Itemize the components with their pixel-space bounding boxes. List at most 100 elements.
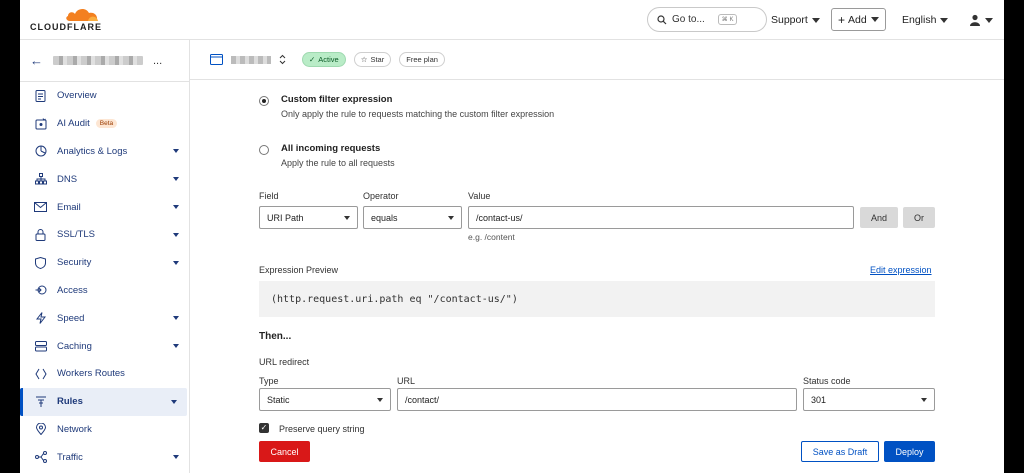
logo-text: CLOUDFLARE — [30, 22, 102, 32]
sidebar-item-overview[interactable]: Overview — [20, 82, 189, 110]
chevron-down-icon — [173, 232, 179, 237]
language-menu[interactable]: English — [902, 8, 949, 32]
search-icon — [657, 14, 667, 24]
sidebar-item-label: Analytics & Logs — [57, 145, 128, 157]
goto-search[interactable]: Go to... ⌘ K — [647, 7, 767, 32]
account-name-redacted — [53, 56, 143, 65]
or-button[interactable]: Or — [903, 207, 935, 228]
chevron-down-icon — [811, 17, 820, 23]
edit-expression-link[interactable]: Edit expression — [870, 265, 932, 275]
operator-value: equals — [371, 212, 398, 223]
sidebar-item-label: Rules — [57, 396, 83, 408]
field-select[interactable]: URI Path — [259, 206, 358, 229]
preserve-query-checkbox[interactable]: ✓ — [259, 423, 269, 433]
sidebar-item-security[interactable]: Security — [20, 249, 189, 277]
ellipsis-icon: ... — [153, 54, 163, 67]
chevron-down-icon — [173, 260, 179, 265]
status-code-select[interactable]: 301 — [803, 388, 935, 411]
then-heading: Then... — [259, 331, 292, 342]
url-label: URL — [397, 376, 416, 386]
sidebar-item-access[interactable]: Access — [20, 277, 189, 305]
radio-custom-filter[interactable]: Custom filter expression Only apply the … — [259, 94, 554, 119]
star-button[interactable]: ☆ Star — [353, 52, 392, 67]
type-select[interactable]: Static — [259, 388, 391, 411]
sidebar-item-email[interactable]: Email — [20, 193, 189, 221]
sidebar-item-traffic[interactable]: Traffic — [20, 443, 189, 471]
language-label: English — [902, 14, 937, 26]
up-down-chevron-icon[interactable] — [279, 54, 286, 65]
operator-select[interactable]: equals — [363, 206, 462, 229]
lock-icon — [34, 228, 47, 241]
zone-header: ✓ Active ☆ Star Free plan — [190, 40, 1004, 80]
sidebar-item-label: Email — [57, 201, 81, 213]
sidebar-item-label: Security — [57, 257, 92, 269]
type-value: Static — [267, 394, 290, 405]
top-bar: CLOUDFLARE Go to... ⌘ K Support + Add En… — [20, 0, 1004, 40]
plan-label: Free plan — [406, 55, 438, 64]
sidebar-item-label: Workers Routes — [57, 368, 125, 380]
add-button[interactable]: + Add — [831, 8, 886, 31]
cloudflare-logo[interactable]: CLOUDFLARE — [30, 6, 110, 34]
save-as-draft-button[interactable]: Save as Draft — [801, 441, 879, 462]
sidebar-item-rules[interactable]: Rules — [20, 387, 187, 416]
preserve-query-label: Preserve query string — [279, 424, 365, 434]
envelope-icon — [34, 201, 47, 214]
pin-icon — [34, 423, 47, 436]
field-label: Field — [259, 191, 279, 201]
sidebar-item-network[interactable]: Network — [20, 416, 189, 444]
action-label: URL redirect — [259, 357, 310, 367]
sidebar-item-workers-routes[interactable]: Workers Routes — [20, 360, 189, 388]
sidebar-item-speed[interactable]: Speed — [20, 304, 189, 332]
type-label: Type — [259, 376, 279, 386]
chevron-down-icon — [173, 316, 179, 321]
support-menu[interactable]: Support — [771, 8, 820, 32]
value-input[interactable]: /contact-us/ — [468, 206, 854, 229]
status-label: Active — [318, 55, 339, 64]
account-header[interactable]: ← ... — [20, 40, 189, 82]
chevron-down-icon — [173, 177, 179, 182]
star-icon: ☆ — [360, 55, 368, 64]
value-label: Value — [468, 191, 491, 201]
cancel-button[interactable]: Cancel — [259, 441, 310, 462]
rule-editor: Custom filter expression Only apply the … — [190, 80, 1004, 473]
status-badge: ✓ Active — [302, 52, 346, 67]
user-menu[interactable] — [969, 8, 993, 32]
user-icon — [970, 14, 980, 26]
star-label: Star — [370, 55, 385, 64]
operator-label: Operator — [363, 191, 399, 201]
sidebar-item-label: Traffic — [57, 451, 83, 463]
radio-button[interactable] — [259, 145, 269, 155]
app-window: CLOUDFLARE Go to... ⌘ K Support + Add En… — [20, 0, 1004, 473]
expression-preview: (http.request.uri.path eq "/contact-us/"… — [259, 281, 935, 317]
status-code-label: Status code — [803, 376, 851, 386]
and-button[interactable]: And — [860, 207, 898, 228]
zone-name-redacted[interactable] — [231, 55, 271, 64]
document-icon — [34, 89, 47, 102]
chevron-down-icon — [173, 455, 179, 460]
sidebar-item-ai-audit[interactable]: AI Audit Beta — [20, 110, 189, 138]
chevron-down-icon — [173, 149, 179, 154]
status-code-value: 301 — [811, 394, 827, 405]
value-text: /contact-us/ — [476, 212, 523, 223]
sidebar-item-caching[interactable]: Caching — [20, 332, 189, 360]
sidebar-item-dns[interactable]: DNS — [20, 165, 189, 193]
goto-shortcut: ⌘ K — [717, 14, 738, 25]
plus-icon: + — [838, 12, 846, 27]
deploy-button[interactable]: Deploy — [884, 441, 935, 462]
back-arrow-icon[interactable]: ← — [30, 53, 43, 68]
radio-description: Only apply the rule to requests matching… — [281, 109, 555, 119]
sidebar-item-ssl-tls[interactable]: SSL/TLS — [20, 221, 189, 249]
radio-button-selected[interactable] — [259, 96, 269, 106]
access-icon — [34, 284, 47, 297]
sidebar-item-analytics[interactable]: Analytics & Logs — [20, 138, 189, 166]
chevron-down-icon — [921, 397, 927, 402]
chevron-down-icon — [377, 397, 383, 402]
sidebar-item-label: Access — [57, 284, 88, 296]
sidebar-item-label: SSL/TLS — [57, 229, 96, 241]
url-input[interactable]: /contact/ — [397, 388, 797, 411]
add-label: Add — [848, 13, 867, 26]
radio-all-requests[interactable]: All incoming requests Apply the rule to … — [259, 143, 395, 168]
ai-audit-icon — [34, 117, 47, 130]
plan-badge[interactable]: Free plan — [399, 52, 445, 67]
sidebar-item-label: Speed — [57, 312, 85, 324]
